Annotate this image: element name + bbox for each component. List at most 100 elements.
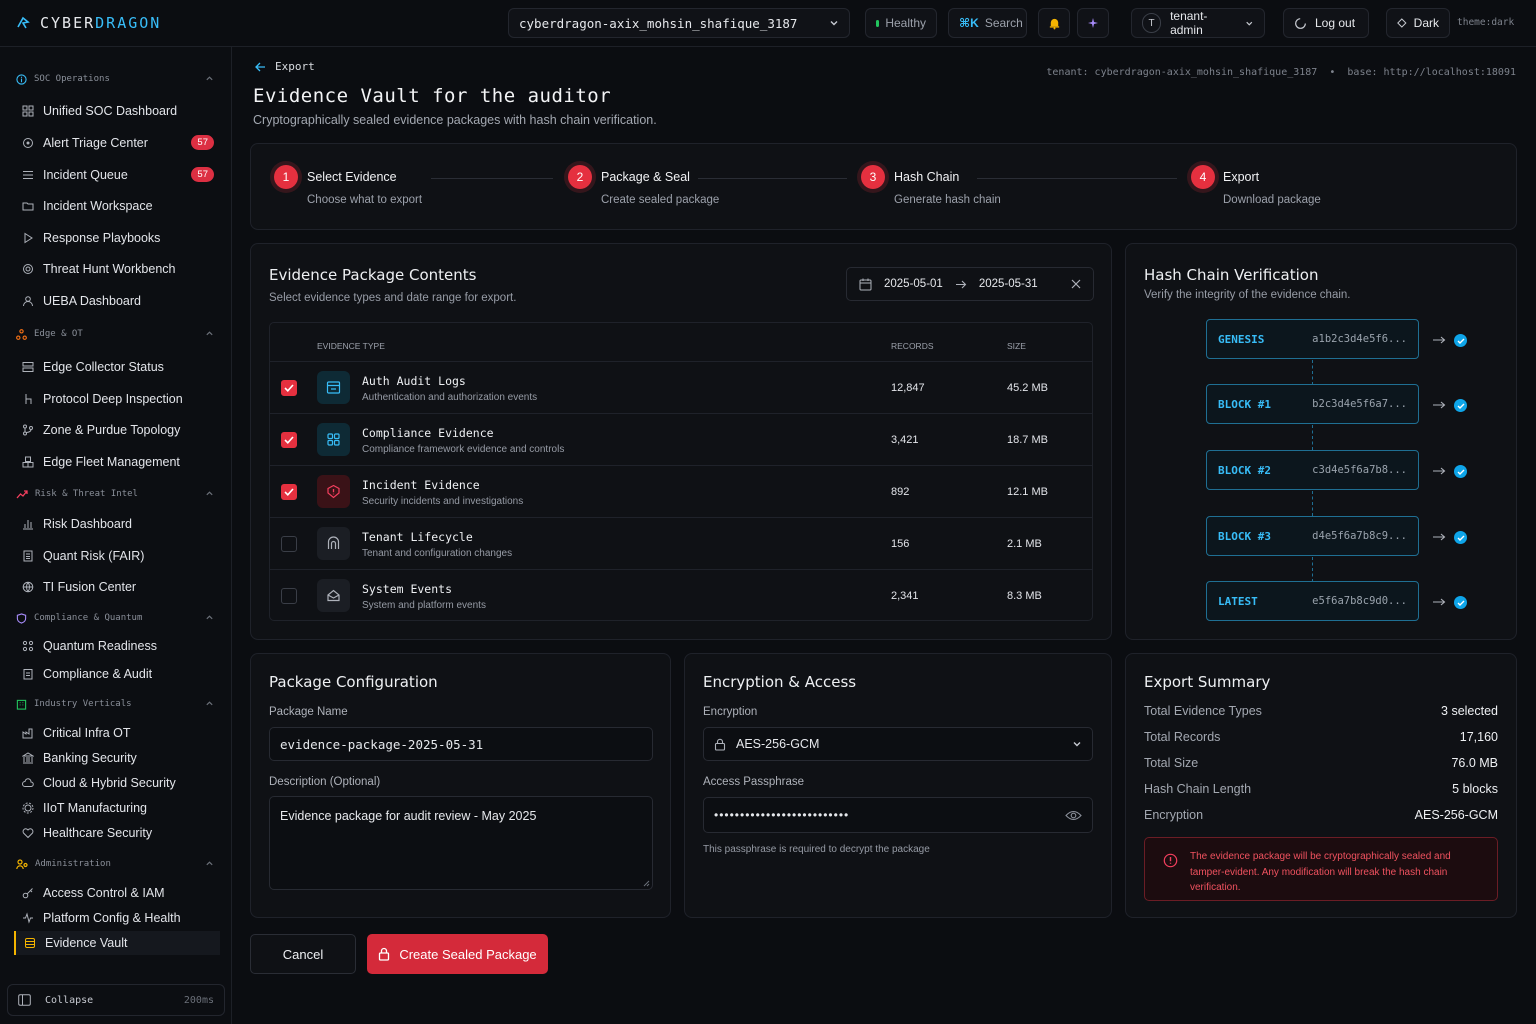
sidebar-item-quantum-readiness[interactable]: Quantum Readiness <box>14 634 220 658</box>
sidebar-item-quant-risk[interactable]: Quant Risk (FAIR) <box>14 544 220 568</box>
sidebar-section-soc[interactable]: SOC Operations <box>16 71 216 87</box>
sidebar-item-banking[interactable]: Banking Security <box>14 746 220 770</box>
sidebar-item-edge-collector[interactable]: Edge Collector Status <box>14 355 220 379</box>
sidebar-item-label: Incident Queue <box>43 168 128 182</box>
sidebar-item-ti-fusion[interactable]: TI Fusion Center <box>14 575 220 599</box>
hash-block-3[interactable]: BLOCK #3 d4e5f6a7b8c9... <box>1206 516 1419 556</box>
date-range-picker[interactable]: 2025-05-01 2025-05-31 <box>846 267 1094 301</box>
encryption-panel: Encryption & Access Encryption AES-256-G… <box>684 653 1112 918</box>
sidebar-item-unified-soc[interactable]: Unified SOC Dashboard <box>14 99 220 123</box>
search-label: Search <box>984 16 1023 30</box>
encryption-select[interactable]: AES-256-GCM <box>703 727 1093 761</box>
date-from[interactable]: 2025-05-01 <box>884 278 943 290</box>
sidebar-item-healthcare[interactable]: Healthcare Security <box>14 821 220 845</box>
table-row[interactable]: System Events System and platform events… <box>270 569 1092 620</box>
alert-count-badge: 57 <box>191 135 214 150</box>
radar-icon <box>23 138 33 148</box>
hash-block-1[interactable]: BLOCK #1 b2c3d4e5f6a7... <box>1206 384 1419 424</box>
sidebar-item-protocol-inspection[interactable]: Protocol Deep Inspection <box>14 387 220 411</box>
sidebar-section-admin[interactable]: Administration <box>16 856 216 872</box>
sidebar-item-ueba[interactable]: UEBA Dashboard <box>14 289 220 313</box>
user-menu[interactable]: T tenant-admin <box>1131 8 1265 38</box>
sidebar-item-risk-dashboard[interactable]: Risk Dashboard <box>14 512 220 536</box>
sidebar-item-compliance-audit[interactable]: Compliance & Audit <box>14 662 220 686</box>
row-checkbox[interactable] <box>281 588 297 604</box>
sidebar-item-edge-fleet[interactable]: Edge Fleet Management <box>14 450 220 474</box>
health-status[interactable]: Healthy <box>865 8 937 38</box>
bell-icon <box>1049 18 1059 29</box>
date-to[interactable]: 2025-05-31 <box>979 278 1038 290</box>
hash-block-genesis[interactable]: GENESIS a1b2c3d4e5f6... <box>1206 319 1419 359</box>
sidebar-item-platform-config[interactable]: Platform Config & Health <box>14 906 220 930</box>
sidebar-section-industry[interactable]: Industry Verticals <box>16 696 216 712</box>
arrow-right-icon <box>1433 467 1446 475</box>
row-checkbox[interactable] <box>281 536 297 552</box>
package-name-label: Package Name <box>269 706 348 718</box>
avatar: T <box>1142 13 1162 33</box>
sidebar-item-evidence-vault[interactable]: Evidence Vault <box>14 931 220 955</box>
create-sealed-package-button[interactable]: Create Sealed Package <box>367 934 548 974</box>
ai-assistant-button[interactable] <box>1077 8 1109 38</box>
tenant-info: tenant: cyberdragon-axix_mohsin_shafique… <box>1046 67 1516 78</box>
vault-icon <box>25 938 35 948</box>
search-button[interactable]: ⌘K Search <box>948 8 1027 38</box>
row-size: 12.1 MB <box>1007 486 1048 498</box>
sidebar-item-incident-queue[interactable]: Incident Queue 57 <box>14 163 220 187</box>
sidebar-item-label: IIoT Manufacturing <box>43 801 147 815</box>
sidebar-item-iiot[interactable]: IIoT Manufacturing <box>14 796 220 820</box>
hash-block-latest[interactable]: LATEST e5f6a7b8c9d0... <box>1206 581 1419 621</box>
summary-title: Export Summary <box>1144 673 1271 691</box>
sidebar-item-label: Threat Hunt Workbench <box>43 262 176 276</box>
sidebar-item-threat-hunt[interactable]: Threat Hunt Workbench <box>14 257 220 281</box>
description-textarea[interactable]: Evidence package for audit review - May … <box>269 796 653 890</box>
arrow-right-icon <box>1433 598 1446 606</box>
sidebar-item-response-playbooks[interactable]: Response Playbooks <box>14 226 220 250</box>
sidebar-item-critical-infra[interactable]: Critical Infra OT <box>14 721 220 745</box>
row-checkbox[interactable] <box>281 380 297 396</box>
summary-key: Total Size <box>1144 756 1199 770</box>
sidebar-section-compliance[interactable]: Compliance & Quantum <box>16 610 216 626</box>
logout-button[interactable]: Log out <box>1283 8 1369 38</box>
table-row[interactable]: Auth Audit Logs Authentication and autho… <box>270 361 1092 413</box>
eye-icon[interactable] <box>1065 810 1082 821</box>
row-checkbox[interactable] <box>281 484 297 500</box>
table-row[interactable]: Compliance Evidence Compliance framework… <box>270 413 1092 465</box>
sidebar-section-edge[interactable]: Edge & OT <box>16 326 216 342</box>
arrow-right-icon <box>1433 401 1446 409</box>
tenant-select[interactable]: cyberdragon-axix_mohsin_shafique_3187 <box>508 8 850 38</box>
sidebar-item-label: Unified SOC Dashboard <box>43 104 178 118</box>
back-link[interactable]: Export <box>255 60 315 73</box>
check-icon <box>284 436 294 444</box>
passphrase-value: •••••••••••••••••••••••••• <box>714 808 850 822</box>
resize-handle-icon[interactable] <box>643 880 650 887</box>
chevron-down-icon <box>1246 21 1253 26</box>
sidebar-section-risk[interactable]: Risk & Threat Intel <box>16 486 216 502</box>
cancel-button[interactable]: Cancel <box>250 934 356 974</box>
table-row[interactable]: Incident Evidence Security incidents and… <box>270 465 1092 517</box>
theme-toggle[interactable]: Dark <box>1386 8 1450 38</box>
sidebar-item-cloud-hybrid[interactable]: Cloud & Hybrid Security <box>14 771 220 795</box>
clear-icon[interactable] <box>1071 279 1081 289</box>
sidebar-item-alert-triage[interactable]: Alert Triage Center 57 <box>14 131 220 155</box>
notifications-button[interactable] <box>1038 8 1070 38</box>
sidebar-item-incident-workspace[interactable]: Incident Workspace <box>14 194 220 218</box>
check-icon <box>284 384 294 392</box>
cloud-icon <box>22 778 34 787</box>
table-row[interactable]: Tenant Lifecycle Tenant and configuratio… <box>270 517 1092 569</box>
passphrase-input[interactable]: •••••••••••••••••••••••••• <box>703 797 1093 833</box>
step-title: Package & Seal <box>601 170 690 184</box>
dragon-icon <box>17 16 30 29</box>
stepper: 1 Select Evidence Choose what to export … <box>250 143 1517 230</box>
row-checkbox[interactable] <box>281 432 297 448</box>
trend-up-icon <box>16 489 28 498</box>
sidebar-item-access-control[interactable]: Access Control & IAM <box>14 881 220 905</box>
hash-block-2[interactable]: BLOCK #2 c3d4e5f6a7b8... <box>1206 450 1419 490</box>
package-name-input[interactable]: evidence-package-2025-05-31 <box>269 727 653 761</box>
brand-logo[interactable]: CYBERDRAGON <box>16 14 161 32</box>
page-title: Evidence Vault for the auditor <box>253 85 612 107</box>
folder-icon <box>22 202 34 211</box>
row-records: 892 <box>891 486 910 498</box>
sidebar-item-zone-topology[interactable]: Zone & Purdue Topology <box>14 418 220 442</box>
collapse-button[interactable]: Collapse 200ms <box>7 984 225 1016</box>
row-name: Auth Audit Logs <box>362 374 466 388</box>
